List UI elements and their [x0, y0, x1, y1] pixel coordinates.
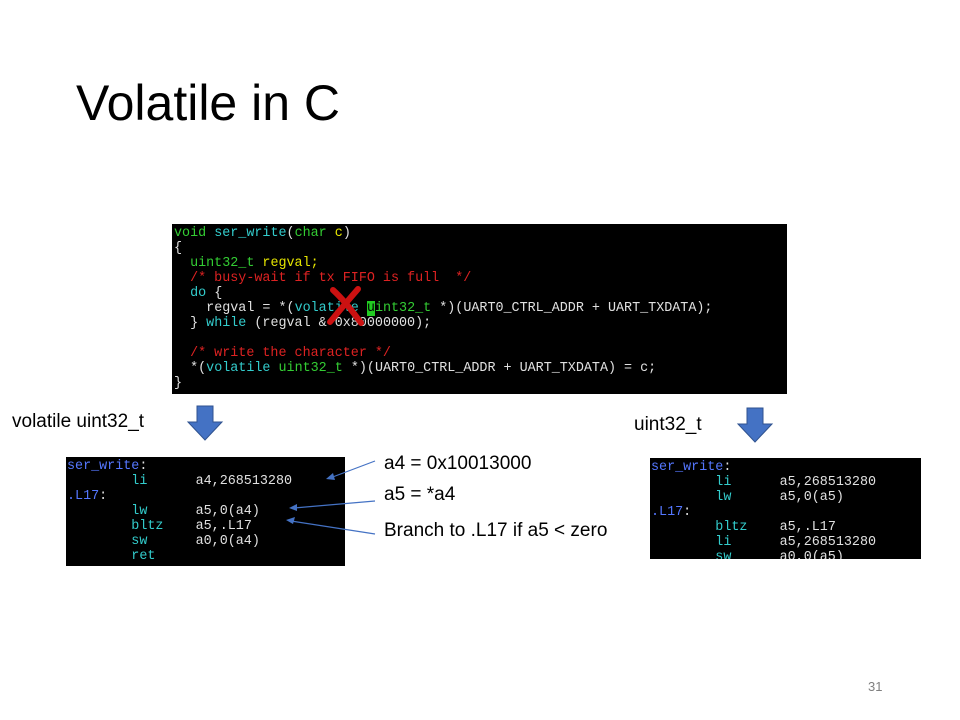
down-arrow-icon: [186, 405, 224, 441]
graphics-overlay: [186, 286, 774, 535]
annotation-pointer: [326, 460, 376, 480]
annotation-pointer: [289, 500, 376, 511]
cross-mark-icon: [327, 286, 364, 326]
down-arrow-icon: [736, 407, 774, 443]
annotation-pointer: [286, 517, 376, 535]
